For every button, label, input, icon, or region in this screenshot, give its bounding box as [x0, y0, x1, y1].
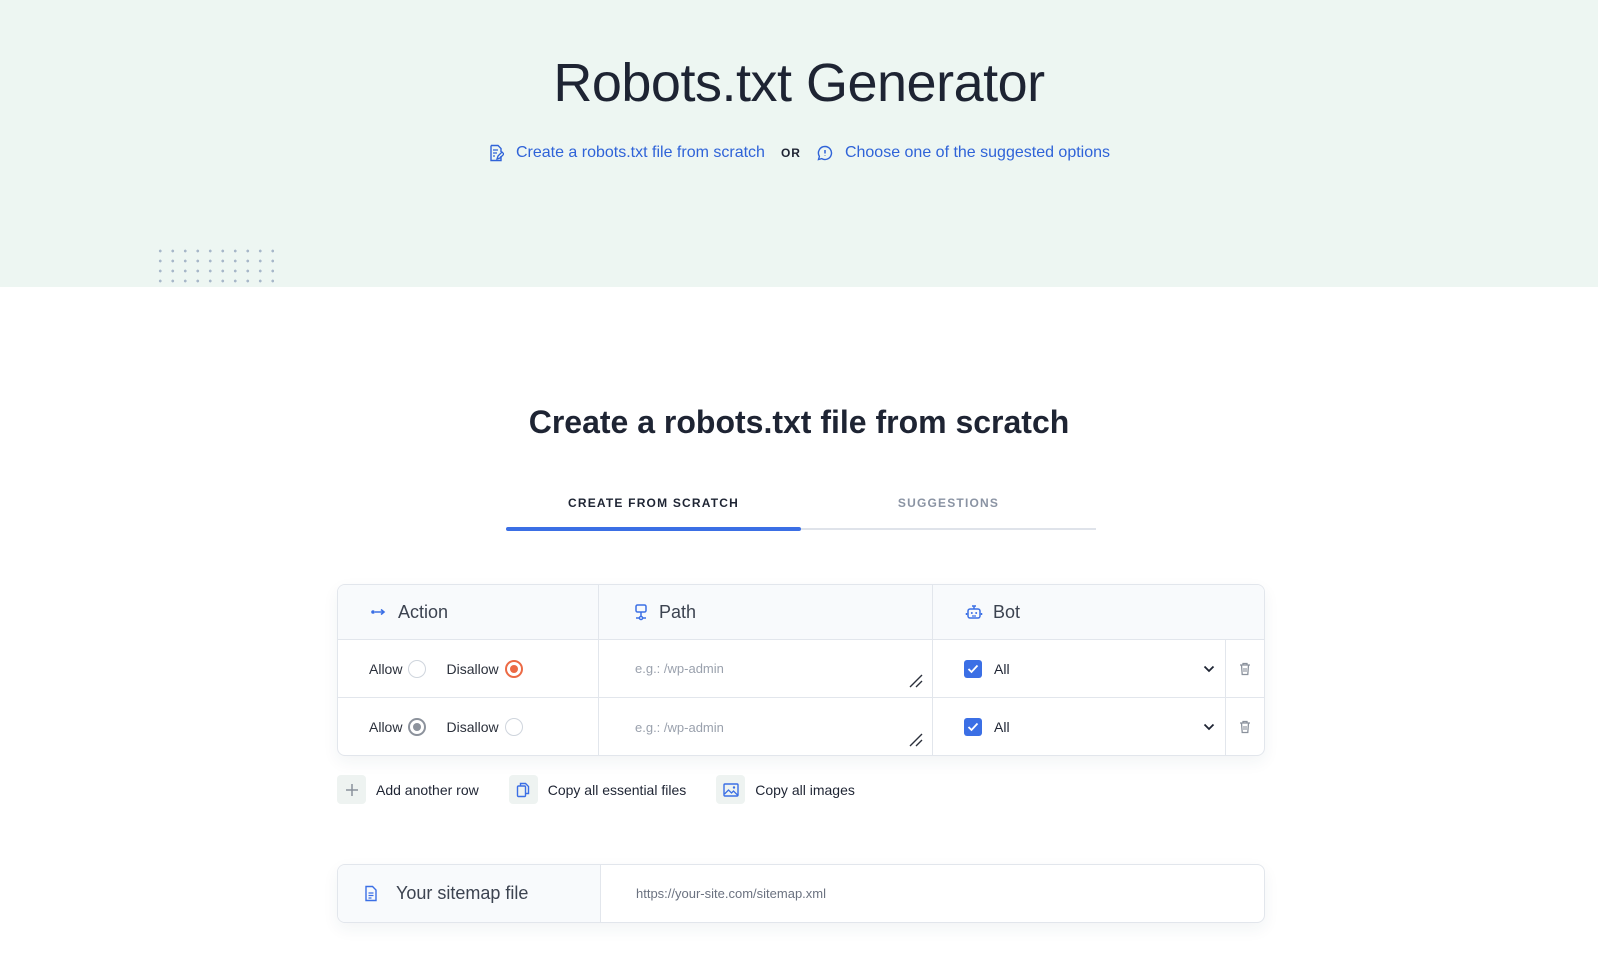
plus-icon	[337, 775, 366, 804]
chevron-down-icon	[1203, 665, 1215, 672]
header-bot: Bot	[933, 585, 1264, 639]
disallow-radio-option[interactable]: Disallow	[446, 659, 523, 678]
copy-essential-files-label: Copy all essential files	[547, 781, 687, 798]
copy-files-icon	[508, 775, 538, 804]
hero-links: Create a robots.txt file from scratch OR…	[0, 144, 1598, 162]
table-actions: Add another row Copy all essential files…	[337, 775, 885, 804]
bot-select[interactable]: All	[994, 719, 1225, 735]
tab-bar: CREATE FROM SCRATCH SUGGESTIONS	[506, 486, 1096, 531]
sitemap-tree-icon	[635, 604, 647, 621]
section-title: Create a robots.txt file from scratch	[528, 404, 1070, 440]
suggested-options-label: Choose one of the suggested options	[844, 144, 1111, 161]
bot-select-value: All	[994, 719, 1010, 735]
suggested-options-link[interactable]: Choose one of the suggested options	[817, 144, 1110, 162]
header-action: Action	[338, 585, 599, 639]
path-placeholder: e.g.: /wp-admin	[635, 719, 724, 735]
resize-handle-icon[interactable]	[908, 673, 924, 689]
document-icon	[365, 885, 377, 902]
tab-create-from-scratch[interactable]: CREATE FROM SCRATCH	[506, 486, 801, 531]
decorative-dots	[154, 246, 274, 288]
robot-icon	[965, 605, 983, 619]
trash-icon	[1240, 720, 1250, 734]
allow-label: Allow	[369, 719, 403, 735]
resize-handle-icon[interactable]	[908, 732, 924, 748]
delete-row-button[interactable]	[1226, 698, 1264, 755]
table-row: Allow Disallow e.g.: /wp-admin All	[338, 698, 1264, 755]
allow-radio-option[interactable]: Allow	[369, 659, 427, 678]
sitemap-field: Your sitemap file	[337, 864, 1265, 923]
bot-checkbox[interactable]	[964, 659, 982, 678]
file-edit-icon	[490, 144, 504, 162]
create-from-scratch-label: Create a robots.txt file from scratch	[515, 144, 765, 161]
bot-cell: All	[933, 698, 1226, 755]
disallow-label: Disallow	[446, 719, 499, 735]
path-input[interactable]: e.g.: /wp-admin	[599, 640, 933, 697]
path-input[interactable]: e.g.: /wp-admin	[599, 698, 933, 755]
sitemap-url-input[interactable]	[601, 865, 1264, 922]
header-bot-label: Bot	[993, 601, 1021, 622]
checkmark-icon	[967, 664, 979, 673]
arrows-horizontal-icon	[371, 608, 386, 616]
trash-icon	[1240, 662, 1250, 675]
page-title: Robots.txt Generator	[553, 53, 1045, 113]
disallow-radio-selected[interactable]	[504, 659, 523, 678]
bot-checkbox[interactable]	[964, 718, 982, 736]
chat-bubble-icon	[817, 145, 833, 161]
checkmark-icon	[967, 722, 979, 732]
allow-radio-option[interactable]: Allow	[369, 718, 427, 736]
add-row-label: Add another row	[376, 781, 479, 798]
create-from-scratch-link[interactable]: Create a robots.txt file from scratch	[488, 144, 765, 162]
copy-essential-files-button[interactable]: Copy all essential files	[508, 775, 687, 804]
allow-radio-selected[interactable]	[408, 718, 427, 736]
delete-row-button[interactable]	[1226, 640, 1264, 697]
chevron-down-icon	[1203, 723, 1215, 731]
allow-radio[interactable]	[408, 659, 427, 678]
or-separator: OR	[780, 146, 801, 160]
disallow-radio[interactable]	[504, 718, 523, 736]
disallow-label: Disallow	[446, 660, 499, 677]
table-header: Action Path Bot	[338, 585, 1264, 640]
disallow-radio-option[interactable]: Disallow	[446, 718, 523, 736]
header-path-label: Path	[659, 601, 697, 622]
tab-suggestions[interactable]: SUGGESTIONS	[801, 486, 1096, 528]
add-row-button[interactable]: Add another row	[337, 775, 479, 804]
table-row: Allow Disallow e.g.: /wp-admin All	[338, 640, 1264, 698]
rules-table: Action Path Bot Allow Disallow e.g.: /wp…	[337, 584, 1265, 756]
bot-select[interactable]: All	[994, 661, 1225, 677]
hero-banner: Robots.txt Generator Create a robots.txt…	[0, 0, 1598, 288]
copy-images-button[interactable]: Copy all images	[716, 775, 855, 804]
sitemap-label-cell: Your sitemap file	[338, 865, 601, 922]
bot-select-value: All	[994, 660, 1010, 677]
allow-label: Allow	[369, 660, 403, 677]
sitemap-label: Your sitemap file	[396, 883, 529, 903]
bot-cell: All	[933, 640, 1226, 697]
copy-images-label: Copy all images	[755, 781, 855, 798]
image-icon	[716, 775, 746, 804]
header-action-label: Action	[398, 601, 449, 622]
path-placeholder: e.g.: /wp-admin	[635, 661, 724, 676]
header-path: Path	[599, 585, 933, 639]
action-cell: Allow Disallow	[338, 640, 599, 697]
action-cell: Allow Disallow	[338, 698, 599, 755]
